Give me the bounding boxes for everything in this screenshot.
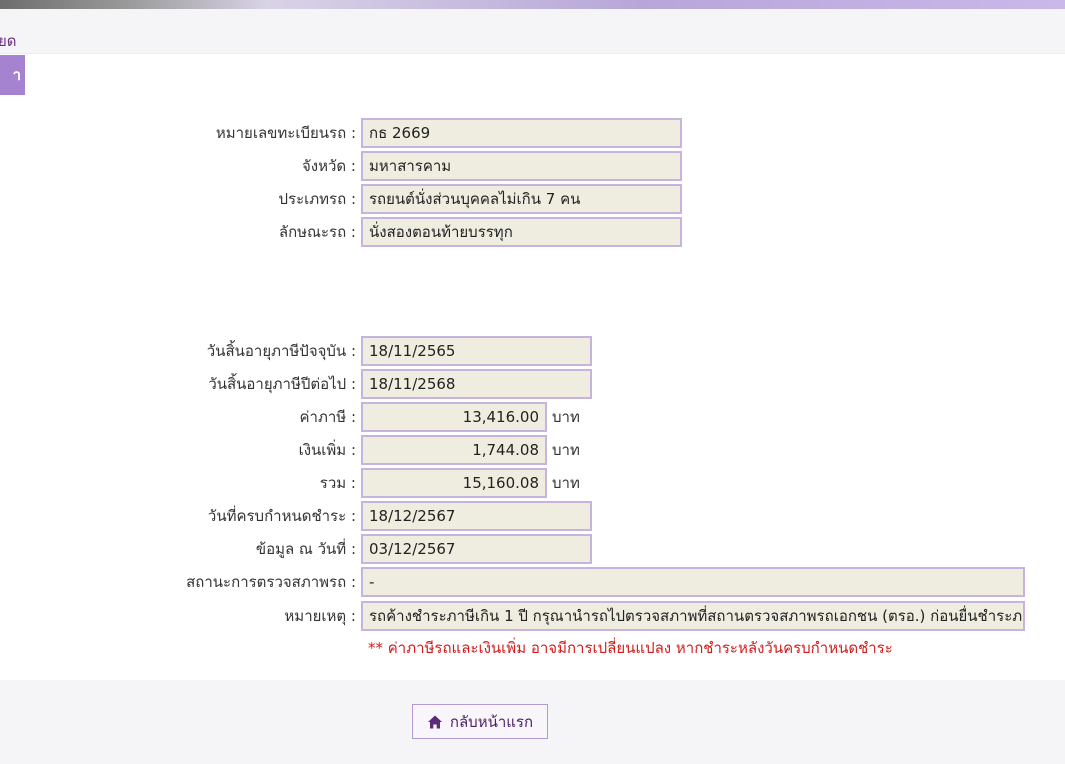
back-to-home-button[interactable]: กลับหน้าแรก	[412, 704, 548, 739]
vehicle-style-field: นั่งสองตอนท้ายบรรทุก	[361, 217, 682, 247]
total-field: 15,160.08	[361, 468, 547, 498]
total-label: รวม :	[319, 474, 356, 492]
remark-field: รถค้างชำระภาษีเกิน 1 ปี กรุณานำรถไปตรวจส…	[361, 601, 1025, 631]
breadcrumb[interactable]: ยด	[0, 29, 17, 53]
due-date-label: วันที่ครบกำหนดชำระ :	[207, 507, 356, 525]
next-expiry-field: 18/11/2568	[361, 369, 592, 399]
tax-amount-field: 13,416.00	[361, 402, 547, 432]
breadcrumb-bar: ยด	[0, 9, 1065, 54]
vehicle-type-field: รถยนต์นั่งส่วนบุคคลไม่เกิน 7 คน	[361, 184, 682, 214]
total-unit: บาท	[552, 474, 580, 492]
data-as-of-row: ข้อมูล ณ วันที่ : 03/12/2567	[0, 534, 1065, 564]
plate-field: กธ 2669	[361, 118, 682, 148]
data-as-of-label: ข้อมูล ณ วันที่ :	[255, 540, 356, 558]
remark-label: หมายเหตุ :	[284, 607, 356, 625]
back-to-home-label: กลับหน้าแรก	[449, 712, 534, 731]
province-label: จังหวัด :	[302, 157, 356, 175]
inspection-status-row: สถานะการตรวจสภาพรถ : -	[0, 567, 1065, 597]
plate-row: หมายเลขทะเบียนรถ : กธ 2669	[0, 118, 1065, 148]
tax-amount-unit: บาท	[552, 408, 580, 426]
tax-amount-label: ค่าภาษี :	[299, 408, 356, 426]
surcharge-field: 1,744.08	[361, 435, 547, 465]
vehicle-type-row: ประเภทรถ : รถยนต์นั่งส่วนบุคคลไม่เกิน 7 …	[0, 184, 1065, 214]
surcharge-label: เงินเพิ่ม :	[298, 441, 356, 459]
due-date-field: 18/12/2567	[361, 501, 592, 531]
tax-amount-row: ค่าภาษี : 13,416.00 บาท	[0, 402, 1065, 432]
vehicle-type-label: ประเภทรถ :	[278, 190, 357, 208]
current-expiry-row: วันสิ้นอายุภาษีปัจจุบัน : 18/11/2565	[0, 336, 1065, 366]
surcharge-row: เงินเพิ่ม : 1,744.08 บาท	[0, 435, 1065, 465]
home-icon	[427, 714, 443, 730]
surcharge-unit: บาท	[552, 441, 580, 459]
province-field: มหาสารคาม	[361, 151, 682, 181]
menu-tab[interactable]: า	[0, 55, 25, 95]
current-expiry-field: 18/11/2565	[361, 336, 592, 366]
next-expiry-label: วันสิ้นอายุภาษีปีต่อไป :	[208, 375, 356, 393]
vehicle-style-row: ลักษณะรถ : นั่งสองตอนท้ายบรรทุก	[0, 217, 1065, 247]
next-expiry-row: วันสิ้นอายุภาษีปีต่อไป : 18/11/2568	[0, 369, 1065, 399]
plate-label: หมายเลขทะเบียนรถ :	[215, 124, 356, 142]
data-as-of-field: 03/12/2567	[361, 534, 592, 564]
remark-row: หมายเหตุ : รถค้างชำระภาษีเกิน 1 ปี กรุณา…	[0, 601, 1065, 631]
current-expiry-label: วันสิ้นอายุภาษีปัจจุบัน :	[206, 342, 356, 360]
total-row: รวม : 15,160.08 บาท	[0, 468, 1065, 498]
tax-change-warning: ** ค่าภาษีรถและเงินเพิ่ม อาจมีการเปลี่ยน…	[368, 639, 893, 657]
inspection-status-field: -	[361, 567, 1025, 597]
due-date-row: วันที่ครบกำหนดชำระ : 18/12/2567	[0, 501, 1065, 531]
vehicle-style-label: ลักษณะรถ :	[278, 223, 356, 241]
inspection-status-label: สถานะการตรวจสภาพรถ :	[186, 573, 356, 591]
province-row: จังหวัด : มหาสารคาม	[0, 151, 1065, 181]
